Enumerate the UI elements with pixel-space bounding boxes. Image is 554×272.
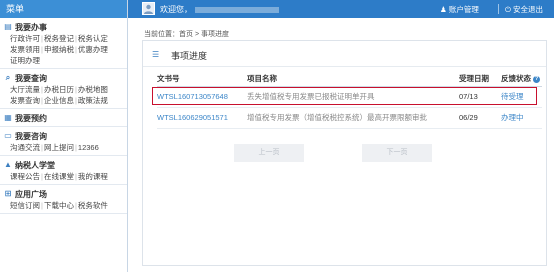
- table-header-row: 文书号 项目名称 受理日期 反馈状态?: [157, 72, 542, 87]
- sidebar-section: ▭ 我要咨询 沟通交流|网上提问|12366: [0, 127, 127, 156]
- doc-number-link[interactable]: WTSL160713057648: [157, 86, 247, 108]
- avatar: [142, 2, 155, 15]
- col-status: 反馈状态?: [501, 72, 542, 87]
- sidebar-link-row: 发票查询|企业信息|政策法规: [4, 95, 123, 106]
- sidebar-link-row: 大厅流量|办税日历|办税地图: [4, 84, 123, 95]
- separator: |: [41, 96, 43, 105]
- separator: |: [74, 45, 77, 54]
- progress-table: 文书号 项目名称 受理日期 反馈状态? WTSL160713057648 丢失增…: [157, 72, 542, 129]
- divider: [498, 4, 499, 14]
- separator: |: [41, 201, 43, 210]
- logout-link[interactable]: ⏻ 安全退出: [505, 4, 543, 15]
- sidebar-section: ⊞ 应用广场 短信订阅|下载中心|税务软件: [0, 185, 127, 214]
- separator: |: [74, 85, 77, 94]
- username-redacted: [195, 6, 279, 13]
- sidebar-link[interactable]: 课程公告: [10, 172, 40, 181]
- sidebar-link[interactable]: 在线课堂: [44, 172, 74, 181]
- person-icon: ♟: [440, 5, 447, 14]
- item-name: 增值税专用发票（增值税税控系统）最高开票限额审批: [247, 107, 459, 129]
- accept-date: 06/29: [459, 107, 501, 129]
- sidebar-section-title[interactable]: ▤ 我要办事: [4, 21, 123, 33]
- sidebar-link[interactable]: 税务登记: [44, 34, 74, 43]
- table-row: WTSL160713057648 丢失增值税专用发票已报税证明单开具 07/13…: [157, 86, 542, 108]
- col-item-name: 项目名称: [247, 72, 459, 87]
- sidebar-section: ▲ 纳税人学堂 课程公告|在线课堂|我的课程: [0, 156, 127, 185]
- chat-icon: ▭: [4, 131, 12, 140]
- sidebar-link[interactable]: 网上提问: [44, 143, 74, 152]
- help-icon[interactable]: ?: [533, 75, 540, 83]
- sidebar-link[interactable]: 下载中心: [44, 201, 74, 210]
- sidebar-link[interactable]: 税务认定: [78, 34, 108, 43]
- sidebar-section: ▤ 我要办事 行政许可|税务登记|税务认定 发票领用|申报纳税|优惠办理 证明办理: [0, 18, 127, 69]
- separator: |: [74, 201, 77, 210]
- doc-number-link[interactable]: WTSL160629051571: [157, 107, 247, 129]
- panel-header: ☰ 事项进度: [143, 41, 546, 67]
- book-icon: ▤: [4, 22, 12, 31]
- sidebar-link[interactable]: 大厅流量: [10, 85, 40, 94]
- graduation-icon: ▲: [4, 160, 12, 169]
- separator: |: [74, 96, 77, 105]
- sidebar-link[interactable]: 证明办理: [10, 56, 40, 65]
- separator: |: [41, 172, 43, 181]
- top-bar: 欢迎您， ♟ 账户管理 ⏻ 安全退出: [128, 0, 554, 18]
- separator: |: [74, 143, 77, 152]
- sidebar-section-title[interactable]: ▭ 我要咨询: [4, 130, 123, 142]
- sidebar-link[interactable]: 税务软件: [78, 201, 108, 210]
- search-icon: ⌕: [5, 73, 11, 82]
- grid-icon: ⊞: [4, 189, 12, 198]
- menu-header: 菜单: [0, 0, 127, 18]
- item-name: 丢失增值税专用发票已报税证明单开具: [247, 86, 459, 108]
- sidebar-link-row: 沟通交流|网上提问|12366: [4, 142, 123, 153]
- user-icon: [144, 4, 153, 14]
- table-row: WTSL160629051571 增值税专用发票（增值税税控系统）最高开票限额审…: [157, 107, 542, 129]
- col-date: 受理日期: [459, 72, 501, 87]
- sidebar: 菜单 ▤ 我要办事 行政许可|税务登记|税务认定 发票领用|申报纳税|优惠办理 证明办理…: [0, 0, 128, 272]
- sidebar-link[interactable]: 企业信息: [44, 96, 74, 105]
- sidebar-link-row: 发票领用|申报纳税|优惠办理: [4, 44, 123, 55]
- panel-title: 事项进度: [171, 51, 208, 61]
- sidebar-link[interactable]: 行政许可: [10, 34, 40, 43]
- col-doc-no: 文书号: [157, 72, 247, 87]
- sidebar-link-row: 行政许可|税务登记|税务认定: [4, 33, 123, 44]
- sidebar-link[interactable]: 短信订阅: [10, 201, 40, 210]
- sidebar-section-title[interactable]: ⊞ 应用广场: [4, 188, 123, 200]
- separator: |: [74, 172, 77, 181]
- status-link[interactable]: 待受理: [501, 86, 542, 108]
- breadcrumb: 当前位置：首页 > 事项进度: [144, 31, 229, 38]
- sidebar-link[interactable]: 发票查询: [10, 96, 40, 105]
- sidebar-link[interactable]: 办税地图: [78, 85, 108, 94]
- sidebar-link[interactable]: 办税日历: [44, 85, 74, 94]
- sidebar-section: ⌕ 我要查询 大厅流量|办税日历|办税地图 发票查询|企业信息|政策法规: [0, 69, 127, 109]
- sidebar-link-row: 短信订阅|下载中心|税务软件: [4, 200, 123, 211]
- next-page-button[interactable]: 下一页: [362, 144, 432, 162]
- sidebar-link-row: 证明办理: [4, 55, 123, 66]
- sidebar-link[interactable]: 政策法规: [78, 96, 108, 105]
- sidebar-link[interactable]: 优惠办理: [78, 45, 108, 54]
- welcome-text: 欢迎您，: [160, 4, 279, 15]
- sidebar-link-row: 课程公告|在线课堂|我的课程: [4, 171, 123, 182]
- list-icon: ☰: [152, 50, 160, 59]
- sidebar-link[interactable]: 发票领用: [10, 45, 40, 54]
- sidebar-section-title[interactable]: ⌕ 我要查询: [4, 72, 123, 84]
- sidebar-link[interactable]: 12366: [78, 143, 99, 152]
- power-icon: ⏻: [505, 5, 511, 14]
- status-link[interactable]: 办理中: [501, 107, 542, 129]
- sidebar-section-title[interactable]: ▲ 纳税人学堂: [4, 159, 123, 171]
- sidebar-link[interactable]: 沟通交流: [10, 143, 40, 152]
- main-content: 当前位置：首页 > 事项进度 ☰ 事项进度: [142, 18, 554, 272]
- sidebar-section: ▦ 我要预约: [0, 109, 127, 127]
- separator: |: [74, 34, 77, 43]
- sidebar-section-title[interactable]: ▦ 我要预约: [4, 112, 123, 124]
- separator: |: [41, 143, 43, 152]
- account-management-link[interactable]: ♟ 账户管理: [440, 4, 479, 15]
- separator: |: [41, 45, 43, 54]
- sidebar-link[interactable]: 我的课程: [78, 172, 108, 181]
- separator: |: [41, 85, 43, 94]
- calendar-icon: ▦: [4, 113, 12, 122]
- prev-page-button[interactable]: 上一页: [234, 144, 304, 162]
- separator: |: [41, 34, 43, 43]
- accept-date: 07/13: [459, 86, 501, 108]
- sidebar-link[interactable]: 申报纳税: [44, 45, 74, 54]
